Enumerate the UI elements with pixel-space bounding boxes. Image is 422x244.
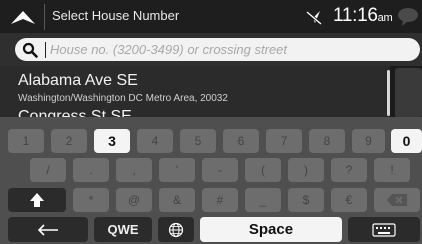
keyboard-icon: [372, 222, 396, 237]
key-underscore: _: [245, 188, 281, 212]
key-0[interactable]: 0: [391, 129, 422, 153]
key-hash: #: [202, 188, 238, 212]
key-6: 6: [223, 129, 259, 153]
result-item-subtitle[interactable]: Washington/Washington DC Metro Area, 200…: [18, 93, 228, 104]
key-asterisk: *: [73, 188, 109, 212]
key-comma: ,: [116, 158, 152, 182]
title-divider: [44, 4, 45, 30]
key-2: 2: [51, 129, 87, 153]
key-period: .: [73, 158, 109, 182]
clock-time: 11:16: [333, 5, 378, 26]
key-euro: €: [331, 188, 367, 212]
result-item-title[interactable]: Alabama Ave SE: [18, 72, 138, 90]
back-arrow-icon: [37, 223, 58, 236]
side-panel: [395, 68, 422, 118]
key-7: 7: [266, 129, 302, 153]
key-open-paren: (: [245, 158, 281, 182]
key-8: 8: [309, 129, 345, 153]
shift-key[interactable]: [8, 188, 66, 212]
message-icon[interactable]: [397, 7, 419, 27]
scrollbar[interactable]: [387, 70, 390, 116]
key-exclamation: !: [374, 158, 410, 182]
key-4: 4: [137, 129, 173, 153]
backspace-icon: [387, 194, 407, 206]
space-key[interactable]: Space: [200, 217, 342, 242]
clock-ampm: am: [377, 12, 393, 24]
gps-off-icon: [305, 8, 323, 26]
key-5: 5: [180, 129, 216, 153]
key-3[interactable]: 3: [94, 129, 130, 153]
key-at: @: [116, 188, 152, 212]
search-placeholder: House no. (3200-3499) or crossing street: [50, 42, 288, 57]
key-close-paren: ): [288, 158, 324, 182]
key-1: 1: [8, 129, 44, 153]
search-icon: [22, 42, 38, 58]
text-cursor: [45, 42, 46, 58]
back-button[interactable]: [8, 217, 88, 242]
globe-icon: [168, 222, 184, 237]
backspace-key: [374, 188, 420, 212]
language-button[interactable]: [158, 217, 194, 242]
up-triangle-icon[interactable]: [8, 7, 38, 27]
clock: 11:16am: [333, 5, 393, 27]
hide-keyboard-button[interactable]: [348, 217, 420, 242]
qwerty-layout-button[interactable]: QWE: [94, 217, 152, 242]
shift-arrow-icon: [30, 193, 44, 207]
key-apostrophe: ': [159, 158, 195, 182]
key-dollar: $: [288, 188, 324, 212]
key-ampersand: &: [159, 188, 195, 212]
key-question: ?: [331, 158, 367, 182]
key-9: 9: [352, 129, 385, 153]
key-hyphen: -: [202, 158, 238, 182]
page-title: Select House Number: [52, 8, 180, 23]
key-slash: /: [30, 158, 66, 182]
on-screen-keyboard: 1 2 3 4 5 6 7 8 9 0 / . , ' - ( ) ? ! * …: [0, 117, 422, 244]
